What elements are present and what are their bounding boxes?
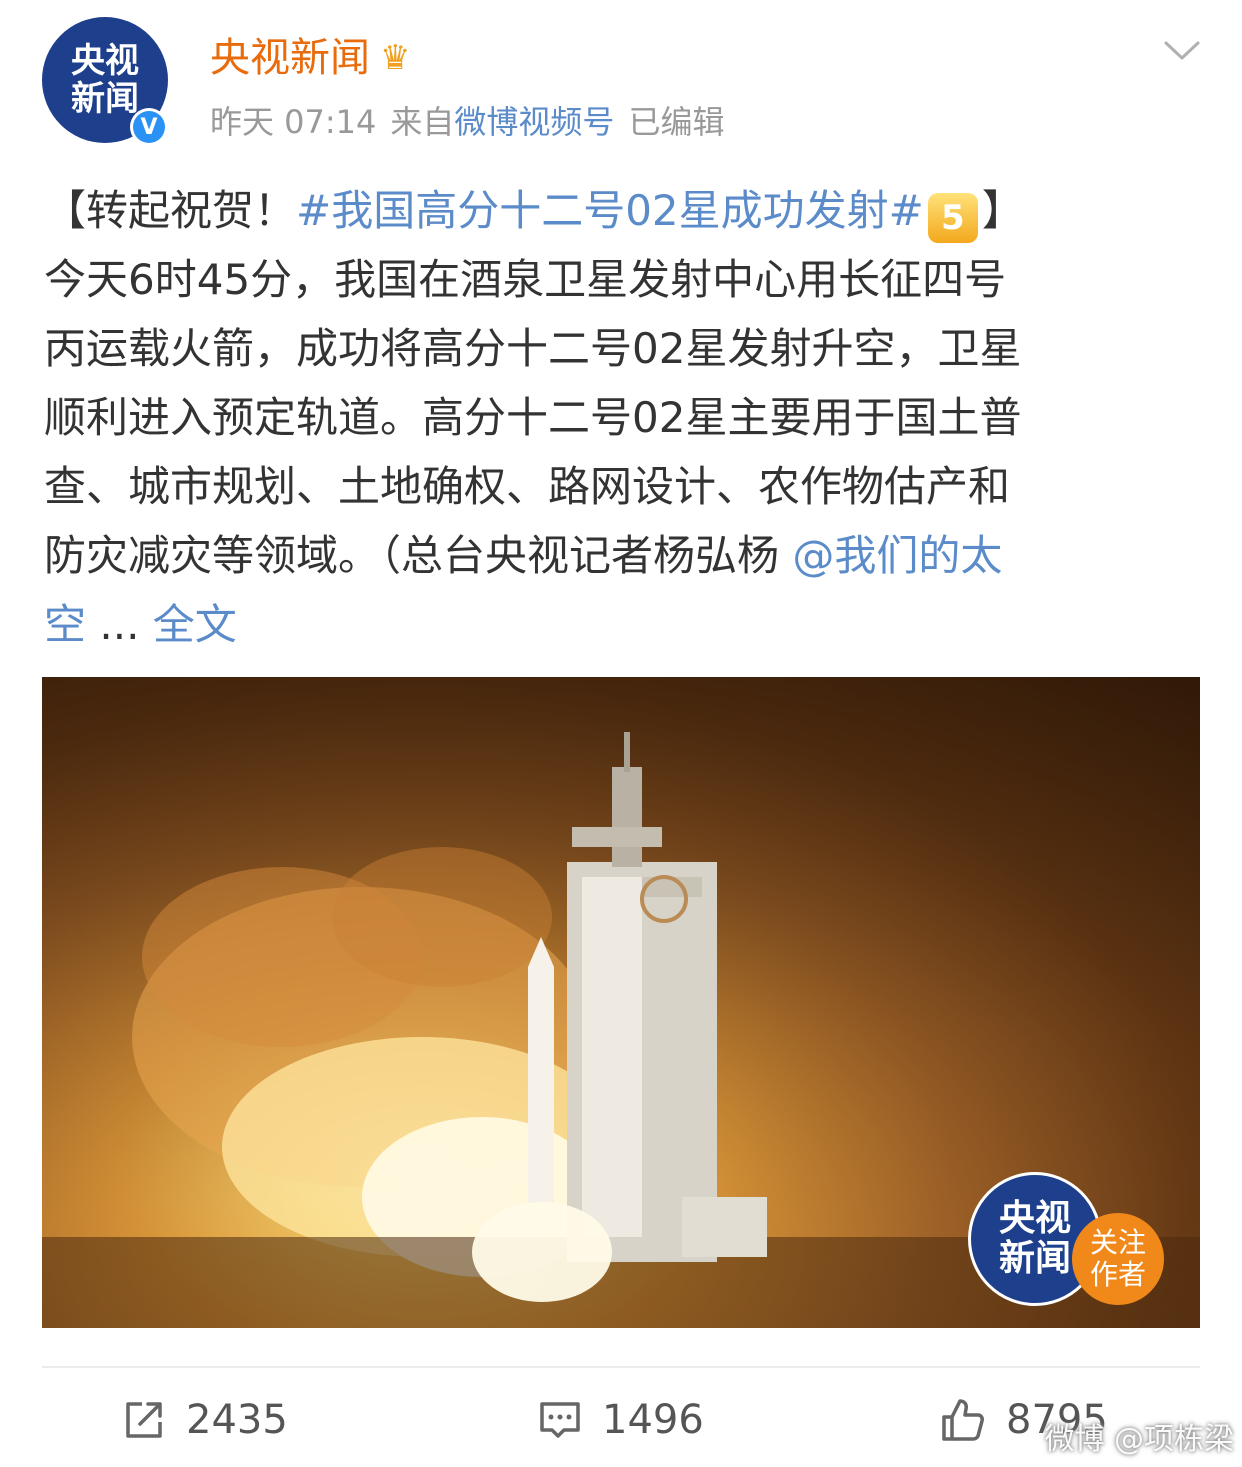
repost-button[interactable]: 2435 bbox=[122, 1380, 288, 1460]
avatar-text-line2: 新闻 bbox=[71, 79, 139, 119]
content-bracket-close: 】 bbox=[981, 186, 1024, 235]
chevron-down-icon[interactable] bbox=[1162, 30, 1202, 70]
number-badge-icon: 5 bbox=[927, 193, 978, 243]
content-line: 防灾减灾等领域。（总台央视记者杨弘杨 @我们的太 bbox=[44, 531, 1003, 580]
author-name-text[interactable]: 央视新闻 bbox=[210, 30, 370, 86]
content-bracket-open: 【转起祝贺！ bbox=[44, 186, 297, 235]
content-line: 顺利进入预定轨道。高分十二号02星主要用于国土普 bbox=[44, 393, 1022, 442]
avatar-text-line1: 央视 bbox=[71, 41, 139, 81]
content-line: 丙运载火箭，成功将高分十二号02星发射升空，卫星 bbox=[44, 324, 1022, 373]
content-line: 今天6时45分，我国在酒泉卫星发射中心用长征四号 bbox=[44, 255, 1007, 304]
source-link[interactable]: 微博视频号 bbox=[454, 103, 614, 141]
crown-icon: ♛ bbox=[380, 38, 411, 78]
full-text-link[interactable]: 全文 bbox=[153, 600, 237, 649]
post-time: 昨天 07:14 bbox=[210, 103, 377, 141]
thumbs-up-icon bbox=[942, 1399, 984, 1441]
comment-icon bbox=[540, 1402, 580, 1438]
mention-link[interactable]: @我们的太 bbox=[792, 531, 1002, 580]
content-line: 空 ... 全文 bbox=[44, 590, 1194, 659]
content-title-line: 【转起祝贺！#我国高分十二号02星成功发射# 5】 bbox=[44, 176, 1194, 245]
post-video[interactable]: 央视 新闻 关注 作者 bbox=[42, 677, 1200, 1328]
follow-author-button[interactable]: 关注 作者 bbox=[1072, 1213, 1164, 1305]
divider bbox=[42, 1366, 1200, 1368]
weibo-watermark: 微博 @项栋梁 bbox=[1044, 1422, 1234, 1457]
post-meta: 昨天 07:14 来自微博视频号 已编辑 bbox=[210, 98, 724, 146]
mention-link-cont[interactable]: 空 bbox=[44, 600, 86, 649]
comment-count: 1496 bbox=[602, 1397, 704, 1443]
comment-button[interactable]: 1496 bbox=[538, 1380, 704, 1460]
post-content: 【转起祝贺！#我国高分十二号02星成功发射# 5】 今天6时45分，我国在酒泉卫星… bbox=[44, 176, 1194, 659]
hashtag-link[interactable]: #我国高分十二号02星成功发射# bbox=[296, 186, 924, 235]
edited-label: 已编辑 bbox=[628, 103, 725, 141]
repost-icon bbox=[126, 1402, 162, 1438]
author-name[interactable]: 央视新闻 ♛ bbox=[210, 30, 410, 86]
content-line: 查、城市规划、土地确权、路网设计、农作物估产和 bbox=[44, 462, 1011, 511]
repost-count: 2435 bbox=[186, 1397, 288, 1443]
post-source: 来自微博视频号 bbox=[390, 103, 615, 141]
verified-icon: V bbox=[130, 108, 168, 146]
ellipsis: ... bbox=[86, 600, 153, 649]
